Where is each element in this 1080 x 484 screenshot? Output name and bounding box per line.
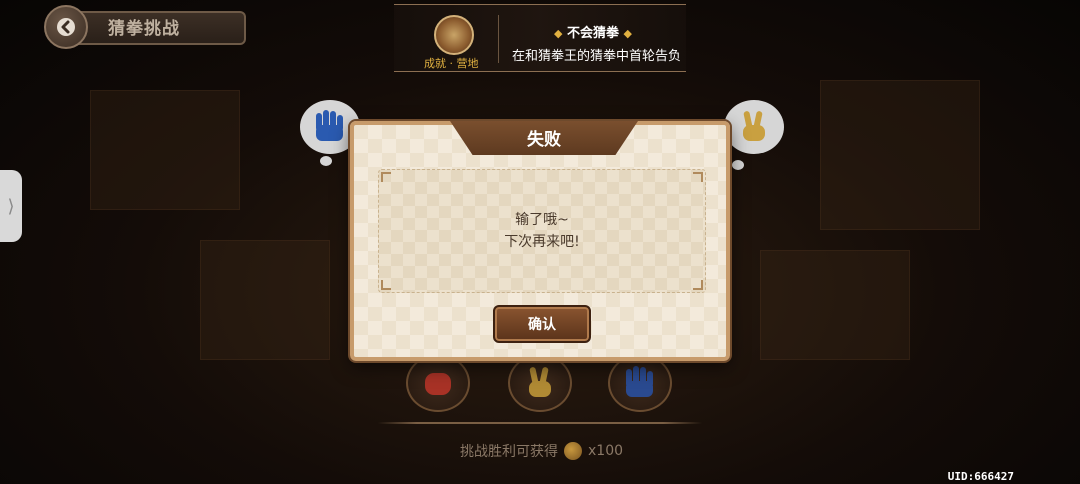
- header: 猜拳挑战: [44, 4, 250, 49]
- dialog-message-line2: 下次再来吧!: [504, 234, 580, 250]
- diamond-icon: ◆: [623, 27, 633, 40]
- paper-hand-icon: [316, 110, 343, 141]
- chevron-right-icon: ⟩: [7, 195, 15, 217]
- achievement-category: 成就 · 营地: [424, 57, 479, 70]
- achievement-title: 不会猜拳: [567, 26, 620, 41]
- rock-choice-button[interactable]: [406, 354, 470, 412]
- dialog-message-panel: 输了哦~ 下次再来吧!: [378, 169, 706, 293]
- scissors-choice-button[interactable]: [508, 354, 572, 412]
- toast-divider: [498, 15, 499, 63]
- coin-icon: [564, 442, 582, 460]
- back-button[interactable]: [44, 5, 88, 49]
- corner-ornament: [693, 172, 703, 182]
- scissors-hand-icon: [529, 367, 551, 397]
- back-arrow-icon: [57, 18, 75, 36]
- reward-label: 挑战胜利可获得: [460, 444, 558, 460]
- result-dialog: 失败 输了哦~ 下次再来吧! 确认: [350, 121, 730, 361]
- side-drawer-tab[interactable]: ⟩: [0, 170, 22, 242]
- dialog-title: 失败: [527, 130, 561, 150]
- scissors-hand-icon: [743, 111, 765, 141]
- user-id: UID:666427: [947, 470, 1014, 483]
- achievement-badge-icon: [434, 15, 474, 55]
- reward-info: 挑战胜利可获得 x100: [460, 441, 623, 461]
- decorative-divider: [378, 422, 702, 424]
- bubble-tail: [732, 160, 744, 170]
- dialog-title-tab: 失败: [450, 121, 638, 155]
- right-thought-bubble: [724, 100, 784, 154]
- page-title: 猜拳挑战: [108, 19, 180, 39]
- achievement-description: 在和猜拳王的猜拳中首轮告负: [512, 49, 682, 64]
- dialog-message-line1: 输了哦~: [515, 212, 569, 228]
- corner-ornament: [693, 280, 703, 290]
- paper-hand-icon: [626, 366, 653, 397]
- achievement-title-row: ◆ 不会猜拳 ◆: [554, 22, 632, 41]
- paper-choice-button[interactable]: [608, 354, 672, 412]
- corner-ornament: [381, 280, 391, 290]
- confirm-button[interactable]: 确认: [493, 305, 591, 343]
- achievement-toast: 成就 · 营地 ◆ 不会猜拳 ◆ 在和猜拳王的猜拳中首轮告负: [394, 4, 686, 72]
- reward-amount: x100: [588, 443, 624, 459]
- bubble-tail: [320, 156, 332, 166]
- corner-ornament: [381, 172, 391, 182]
- rock-hand-icon: [425, 373, 451, 395]
- diamond-icon: ◆: [554, 27, 563, 40]
